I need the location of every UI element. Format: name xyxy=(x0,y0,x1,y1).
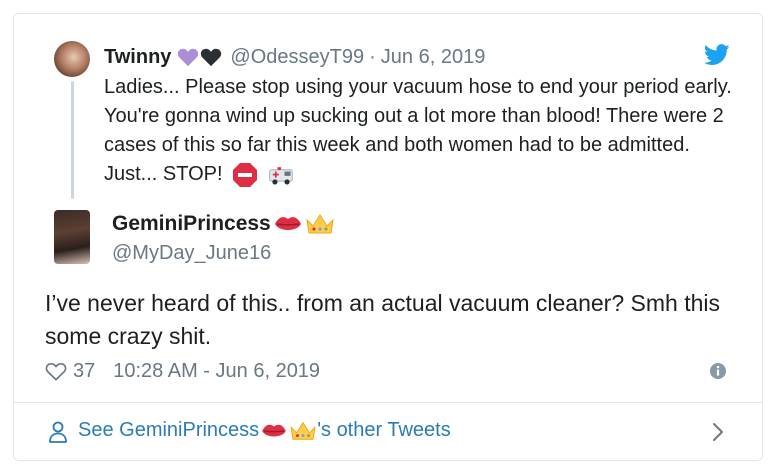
black-heart-icon xyxy=(201,48,222,67)
author-avatar[interactable] xyxy=(54,210,90,264)
parent-tweet-body: Ladies... Please stop using your vacuum … xyxy=(104,76,732,185)
parent-tweet-header: Twinny @OdesseyT99 · Jun 6, 2019 xyxy=(104,44,485,70)
lips-icon xyxy=(274,217,301,230)
parent-tweet[interactable]: Twinny @OdesseyT99 · Jun 6, 2019 Ladies.… xyxy=(14,14,762,204)
thread-line xyxy=(71,81,74,199)
embedded-tweet-card: Twinny @OdesseyT99 · Jun 6, 2019 Ladies.… xyxy=(13,13,763,461)
tweet-meta: 37 10:28 AM - Jun 6, 2019 xyxy=(45,359,320,383)
author-handle[interactable]: @MyDay_June16 xyxy=(112,242,271,265)
like-count[interactable]: 37 xyxy=(73,360,95,383)
lips-icon xyxy=(262,424,287,436)
purple-heart-icon xyxy=(178,48,199,67)
tweet-author[interactable]: GeminiPrincess @MyDay_June16 xyxy=(14,204,762,274)
person-icon xyxy=(49,421,67,443)
stop-sign-icon xyxy=(233,162,258,187)
parent-avatar[interactable] xyxy=(54,41,90,77)
author-name-row: GeminiPrincess xyxy=(112,212,335,236)
chevron-right-icon[interactable] xyxy=(711,421,725,443)
tweet-text: I’ve never heard of this.. from an actua… xyxy=(45,290,720,349)
tweet-footer[interactable]: See GeminiPrincess 's other Tweets xyxy=(14,403,762,460)
parent-date[interactable]: Jun 6, 2019 xyxy=(381,46,486,69)
parent-handle[interactable]: @OdesseyT99 xyxy=(230,46,364,69)
footer-link-prefix: See GeminiPrincess xyxy=(78,419,260,441)
author-display-name[interactable]: GeminiPrincess xyxy=(112,212,271,236)
info-icon[interactable] xyxy=(709,362,727,380)
ambulance-icon xyxy=(268,166,293,185)
heart-like-icon[interactable] xyxy=(45,361,67,381)
crown-icon xyxy=(306,214,334,234)
twitter-bird-icon[interactable] xyxy=(704,44,730,66)
tweet-timestamp[interactable]: 10:28 AM - Jun 6, 2019 xyxy=(113,360,320,383)
crown-icon xyxy=(290,421,316,440)
see-other-tweets-link[interactable]: See GeminiPrincess 's other Tweets xyxy=(78,419,451,442)
parent-separator: · xyxy=(369,45,376,68)
parent-tweet-text: Ladies... Please stop using your vacuum … xyxy=(104,73,744,189)
parent-display-name[interactable]: Twinny xyxy=(104,46,171,69)
footer-link-suffix: 's other Tweets xyxy=(317,419,451,441)
parent-name-emojis xyxy=(177,47,222,67)
